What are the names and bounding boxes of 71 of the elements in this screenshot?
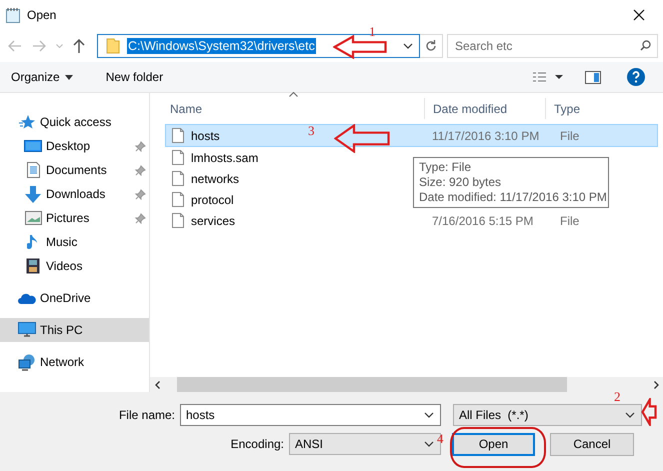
scroll-right-icon[interactable] xyxy=(654,380,659,388)
film-icon xyxy=(26,258,40,274)
file-icon xyxy=(172,128,184,143)
sidebar-item[interactable]: OneDrive xyxy=(0,286,149,310)
file-name[interactable]: protocol xyxy=(191,192,234,206)
file-type: File xyxy=(559,128,580,142)
close-icon[interactable] xyxy=(633,9,645,21)
column-header[interactable]: Name xyxy=(150,98,424,119)
help-icon[interactable] xyxy=(627,68,645,86)
field-label: Encoding: xyxy=(230,437,284,451)
download-icon xyxy=(25,186,41,202)
search-field[interactable]: Search etc xyxy=(447,34,658,58)
preview-pane-icon[interactable] xyxy=(585,70,601,84)
file-name[interactable]: networks xyxy=(191,172,240,186)
view-options-icon[interactable] xyxy=(533,72,563,82)
organize-menu[interactable]: Organize xyxy=(11,70,73,84)
file-type: File xyxy=(559,214,580,228)
sidebar-item[interactable]: Pictures xyxy=(0,206,149,230)
file-icon xyxy=(172,171,184,186)
sidebar-item[interactable]: Videos xyxy=(0,254,149,278)
dropdown-icon[interactable] xyxy=(625,412,635,418)
file-icon xyxy=(172,192,184,207)
file-name[interactable]: services xyxy=(191,214,236,228)
star-icon xyxy=(19,114,35,130)
file-type-dropdown[interactable]: All Files (*.*) xyxy=(453,404,642,426)
dropdown-icon[interactable] xyxy=(424,441,434,447)
file-name-field[interactable]: hosts xyxy=(180,404,441,426)
dropdown-icon[interactable] xyxy=(424,412,434,418)
column-header[interactable]: Date modified xyxy=(424,98,545,119)
file-icon xyxy=(172,150,184,165)
new-folder-button[interactable]: New folder xyxy=(106,70,164,84)
annotation-number: 3 xyxy=(308,123,314,139)
scrollbar-thumb[interactable] xyxy=(177,377,567,392)
annotation-arrow xyxy=(334,124,390,153)
sidebar-item[interactable]: Quick access xyxy=(0,110,149,134)
annotation-arrow xyxy=(333,35,387,59)
annotation-number: 2 xyxy=(614,389,620,405)
column-header[interactable]: Type xyxy=(545,98,663,119)
monitor-icon xyxy=(24,138,42,154)
sidebar-item[interactable]: Network xyxy=(0,350,149,374)
caret-icon[interactable] xyxy=(64,74,73,80)
file-name[interactable]: hosts xyxy=(191,128,220,142)
file-date: 11/17/2016 3:10 PM xyxy=(431,128,540,142)
file-name[interactable]: lmhosts.sam xyxy=(191,150,258,164)
sidebar-item[interactable]: Downloads xyxy=(0,182,149,206)
annotation-number: 4 xyxy=(437,431,444,447)
document-icon xyxy=(26,162,40,178)
file-date: 7/16/2016 5:15 PM xyxy=(431,214,534,228)
sidebar-item[interactable]: Music xyxy=(0,230,149,254)
tooltip: Type: File Size: 920 bytes Date modified: 11/17/2016 3:10 PM xyxy=(413,157,609,208)
music-note-icon xyxy=(27,234,39,250)
scroll-left-icon[interactable] xyxy=(155,380,160,388)
annotation-arrow xyxy=(641,398,657,426)
search-icon xyxy=(640,40,651,51)
cancel-button[interactable]: Cancel xyxy=(550,432,634,456)
network-icon xyxy=(18,354,36,370)
field-label: File name: xyxy=(118,408,175,422)
notepad-icon xyxy=(6,7,20,23)
up-arrow-icon[interactable] xyxy=(73,39,85,53)
folder-icon xyxy=(106,38,120,54)
sidebar-item[interactable]: Desktop xyxy=(0,134,149,158)
sidebar-item[interactable]: Documents xyxy=(0,158,149,182)
open-button[interactable]: Open xyxy=(452,432,535,456)
window-title: Open xyxy=(27,8,56,22)
cloud-icon xyxy=(18,292,36,304)
file-icon xyxy=(172,213,184,228)
refresh-icon[interactable] xyxy=(425,40,437,52)
sidebar-item[interactable]: This PC xyxy=(0,318,149,342)
computer-icon xyxy=(18,322,36,338)
dropdown-icon[interactable] xyxy=(403,43,413,49)
image-icon xyxy=(24,211,42,225)
